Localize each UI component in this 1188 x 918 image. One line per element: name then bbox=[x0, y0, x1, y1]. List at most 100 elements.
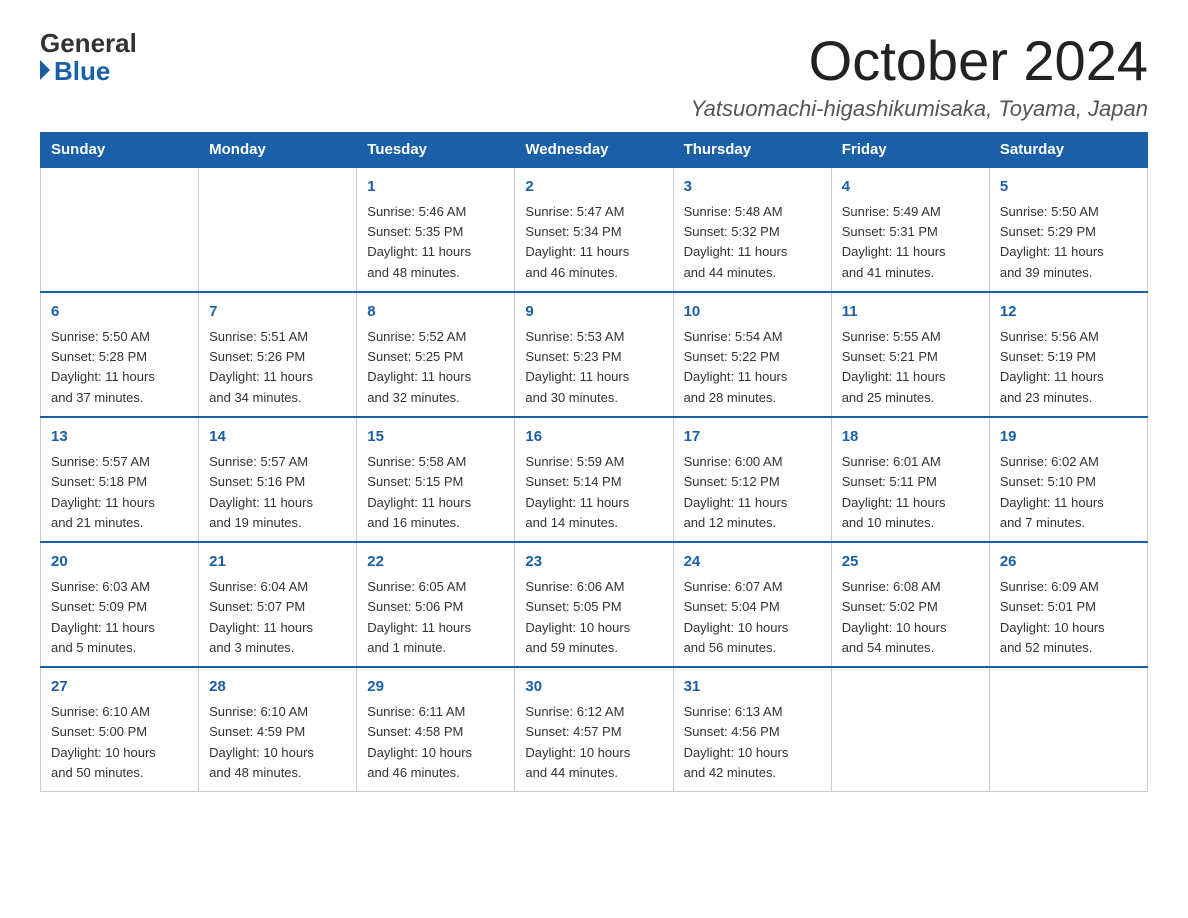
calendar-cell: 4 Sunrise: 5:49 AMSunset: 5:31 PMDaylight… bbox=[831, 167, 989, 292]
calendar-body: 1Sunrise: 5:46 AMSunset: 5:35 PMDaylight… bbox=[41, 167, 1148, 792]
day-number: 9 bbox=[525, 301, 662, 324]
calendar-cell: 2 Sunrise: 5:47 AMSunset: 5:34 PMDaylight… bbox=[515, 167, 673, 292]
calendar-cell: 25 Sunrise: 6:08 AMSunset: 5:02 PMDayligh… bbox=[831, 542, 989, 667]
calendar-cell: 27 Sunrise: 6:10 AMSunset: 5:00 PMDayligh… bbox=[41, 667, 199, 792]
day-info: Sunrise: 6:02 AMSunset: 5:10 PMDaylight:… bbox=[1000, 452, 1137, 533]
calendar-cell: 21Sunrise: 6:04 AMSunset: 5:07 PMDayligh… bbox=[199, 542, 357, 667]
calendar-cell: 12 Sunrise: 5:56 AMSunset: 5:19 PMDayligh… bbox=[989, 292, 1147, 417]
day-info: Sunrise: 6:09 AMSunset: 5:01 PMDaylight:… bbox=[1000, 577, 1137, 658]
logo: General Blue bbox=[40, 30, 137, 87]
weekday-header-wednesday: Wednesday bbox=[515, 132, 673, 167]
day-info: Sunrise: 6:13 AMSunset: 4:56 PMDaylight:… bbox=[684, 702, 821, 783]
title-block: October 2024 Yatsuomachi-higashikumisaka… bbox=[691, 30, 1148, 122]
day-number: 14 bbox=[209, 426, 346, 449]
day-info: Sunrise: 5:47 AMSunset: 5:34 PMDaylight:… bbox=[525, 202, 662, 283]
calendar-cell: 31 Sunrise: 6:13 AMSunset: 4:56 PMDayligh… bbox=[673, 667, 831, 792]
month-title: October 2024 bbox=[691, 30, 1148, 92]
day-info: Sunrise: 5:50 AMSunset: 5:29 PMDaylight:… bbox=[1000, 202, 1137, 283]
day-number: 19 bbox=[1000, 426, 1137, 449]
day-number: 8 bbox=[367, 301, 504, 324]
weekday-header-friday: Friday bbox=[831, 132, 989, 167]
calendar-cell bbox=[989, 667, 1147, 792]
calendar-cell: 9Sunrise: 5:53 AMSunset: 5:23 PMDaylight… bbox=[515, 292, 673, 417]
weekday-header-tuesday: Tuesday bbox=[357, 132, 515, 167]
day-info: Sunrise: 6:01 AMSunset: 5:11 PMDaylight:… bbox=[842, 452, 979, 533]
calendar-cell: 20Sunrise: 6:03 AMSunset: 5:09 PMDayligh… bbox=[41, 542, 199, 667]
calendar-cell: 1Sunrise: 5:46 AMSunset: 5:35 PMDaylight… bbox=[357, 167, 515, 292]
calendar-cell: 22Sunrise: 6:05 AMSunset: 5:06 PMDayligh… bbox=[357, 542, 515, 667]
calendar-cell: 11 Sunrise: 5:55 AMSunset: 5:21 PMDayligh… bbox=[831, 292, 989, 417]
day-info: Sunrise: 5:50 AMSunset: 5:28 PMDaylight:… bbox=[51, 327, 188, 408]
logo-blue-text: Blue bbox=[40, 56, 110, 87]
calendar-header: SundayMondayTuesdayWednesdayThursdayFrid… bbox=[41, 132, 1148, 167]
day-number: 7 bbox=[209, 301, 346, 324]
calendar-cell: 8 Sunrise: 5:52 AMSunset: 5:25 PMDaylight… bbox=[357, 292, 515, 417]
day-info: Sunrise: 5:57 AMSunset: 5:18 PMDaylight:… bbox=[51, 452, 188, 533]
calendar-cell: 29Sunrise: 6:11 AMSunset: 4:58 PMDayligh… bbox=[357, 667, 515, 792]
calendar-week-row: 1Sunrise: 5:46 AMSunset: 5:35 PMDaylight… bbox=[41, 167, 1148, 292]
day-number: 5 bbox=[1000, 176, 1137, 199]
logo-triangle-icon bbox=[40, 60, 50, 80]
day-number: 3 bbox=[684, 176, 821, 199]
day-info: Sunrise: 5:46 AMSunset: 5:35 PMDaylight:… bbox=[367, 202, 504, 283]
logo-general-text: General bbox=[40, 30, 137, 56]
day-info: Sunrise: 5:55 AMSunset: 5:21 PMDaylight:… bbox=[842, 327, 979, 408]
day-info: Sunrise: 5:57 AMSunset: 5:16 PMDaylight:… bbox=[209, 452, 346, 533]
calendar-cell: 23 Sunrise: 6:06 AMSunset: 5:05 PMDayligh… bbox=[515, 542, 673, 667]
day-info: Sunrise: 6:10 AMSunset: 5:00 PMDaylight:… bbox=[51, 702, 188, 783]
day-number: 28 bbox=[209, 676, 346, 699]
calendar-cell: 26 Sunrise: 6:09 AMSunset: 5:01 PMDayligh… bbox=[989, 542, 1147, 667]
day-info: Sunrise: 6:06 AMSunset: 5:05 PMDaylight:… bbox=[525, 577, 662, 658]
day-info: Sunrise: 5:48 AMSunset: 5:32 PMDaylight:… bbox=[684, 202, 821, 283]
day-number: 27 bbox=[51, 676, 188, 699]
day-info: Sunrise: 6:08 AMSunset: 5:02 PMDaylight:… bbox=[842, 577, 979, 658]
page-header: General Blue October 2024 Yatsuomachi-hi… bbox=[40, 30, 1148, 122]
calendar-cell: 3 Sunrise: 5:48 AMSunset: 5:32 PMDaylight… bbox=[673, 167, 831, 292]
calendar-cell: 28 Sunrise: 6:10 AMSunset: 4:59 PMDayligh… bbox=[199, 667, 357, 792]
day-number: 11 bbox=[842, 301, 979, 324]
calendar-week-row: 6Sunrise: 5:50 AMSunset: 5:28 PMDaylight… bbox=[41, 292, 1148, 417]
day-number: 16 bbox=[525, 426, 662, 449]
calendar-cell: 19 Sunrise: 6:02 AMSunset: 5:10 PMDayligh… bbox=[989, 417, 1147, 542]
calendar-cell: 6Sunrise: 5:50 AMSunset: 5:28 PMDaylight… bbox=[41, 292, 199, 417]
calendar-cell: 24 Sunrise: 6:07 AMSunset: 5:04 PMDayligh… bbox=[673, 542, 831, 667]
day-info: Sunrise: 6:05 AMSunset: 5:06 PMDaylight:… bbox=[367, 577, 504, 658]
day-number: 31 bbox=[684, 676, 821, 699]
day-number: 12 bbox=[1000, 301, 1137, 324]
weekday-header-row: SundayMondayTuesdayWednesdayThursdayFrid… bbox=[41, 132, 1148, 167]
day-number: 23 bbox=[525, 551, 662, 574]
calendar-table: SundayMondayTuesdayWednesdayThursdayFrid… bbox=[40, 132, 1148, 792]
calendar-cell: 17Sunrise: 6:00 AMSunset: 5:12 PMDayligh… bbox=[673, 417, 831, 542]
day-info: Sunrise: 6:12 AMSunset: 4:57 PMDaylight:… bbox=[525, 702, 662, 783]
calendar-cell: 13 Sunrise: 5:57 AMSunset: 5:18 PMDayligh… bbox=[41, 417, 199, 542]
day-info: Sunrise: 5:52 AMSunset: 5:25 PMDaylight:… bbox=[367, 327, 504, 408]
calendar-week-row: 13 Sunrise: 5:57 AMSunset: 5:18 PMDayligh… bbox=[41, 417, 1148, 542]
day-number: 13 bbox=[51, 426, 188, 449]
calendar-cell: 14 Sunrise: 5:57 AMSunset: 5:16 PMDayligh… bbox=[199, 417, 357, 542]
day-number: 4 bbox=[842, 176, 979, 199]
calendar-cell: 5 Sunrise: 5:50 AMSunset: 5:29 PMDaylight… bbox=[989, 167, 1147, 292]
weekday-header-sunday: Sunday bbox=[41, 132, 199, 167]
day-info: Sunrise: 6:11 AMSunset: 4:58 PMDaylight:… bbox=[367, 702, 504, 783]
calendar-cell bbox=[831, 667, 989, 792]
calendar-cell bbox=[41, 167, 199, 292]
day-info: Sunrise: 6:10 AMSunset: 4:59 PMDaylight:… bbox=[209, 702, 346, 783]
day-info: Sunrise: 5:56 AMSunset: 5:19 PMDaylight:… bbox=[1000, 327, 1137, 408]
day-number: 26 bbox=[1000, 551, 1137, 574]
day-number: 18 bbox=[842, 426, 979, 449]
calendar-cell: 15Sunrise: 5:58 AMSunset: 5:15 PMDayligh… bbox=[357, 417, 515, 542]
weekday-header-saturday: Saturday bbox=[989, 132, 1147, 167]
calendar-cell: 7Sunrise: 5:51 AMSunset: 5:26 PMDaylight… bbox=[199, 292, 357, 417]
day-number: 24 bbox=[684, 551, 821, 574]
calendar-week-row: 20Sunrise: 6:03 AMSunset: 5:09 PMDayligh… bbox=[41, 542, 1148, 667]
calendar-cell bbox=[199, 167, 357, 292]
day-info: Sunrise: 5:58 AMSunset: 5:15 PMDaylight:… bbox=[367, 452, 504, 533]
day-number: 25 bbox=[842, 551, 979, 574]
day-info: Sunrise: 6:00 AMSunset: 5:12 PMDaylight:… bbox=[684, 452, 821, 533]
day-info: Sunrise: 5:49 AMSunset: 5:31 PMDaylight:… bbox=[842, 202, 979, 283]
calendar-cell: 16Sunrise: 5:59 AMSunset: 5:14 PMDayligh… bbox=[515, 417, 673, 542]
day-info: Sunrise: 6:07 AMSunset: 5:04 PMDaylight:… bbox=[684, 577, 821, 658]
day-number: 2 bbox=[525, 176, 662, 199]
calendar-cell: 18 Sunrise: 6:01 AMSunset: 5:11 PMDayligh… bbox=[831, 417, 989, 542]
calendar-week-row: 27 Sunrise: 6:10 AMSunset: 5:00 PMDayligh… bbox=[41, 667, 1148, 792]
